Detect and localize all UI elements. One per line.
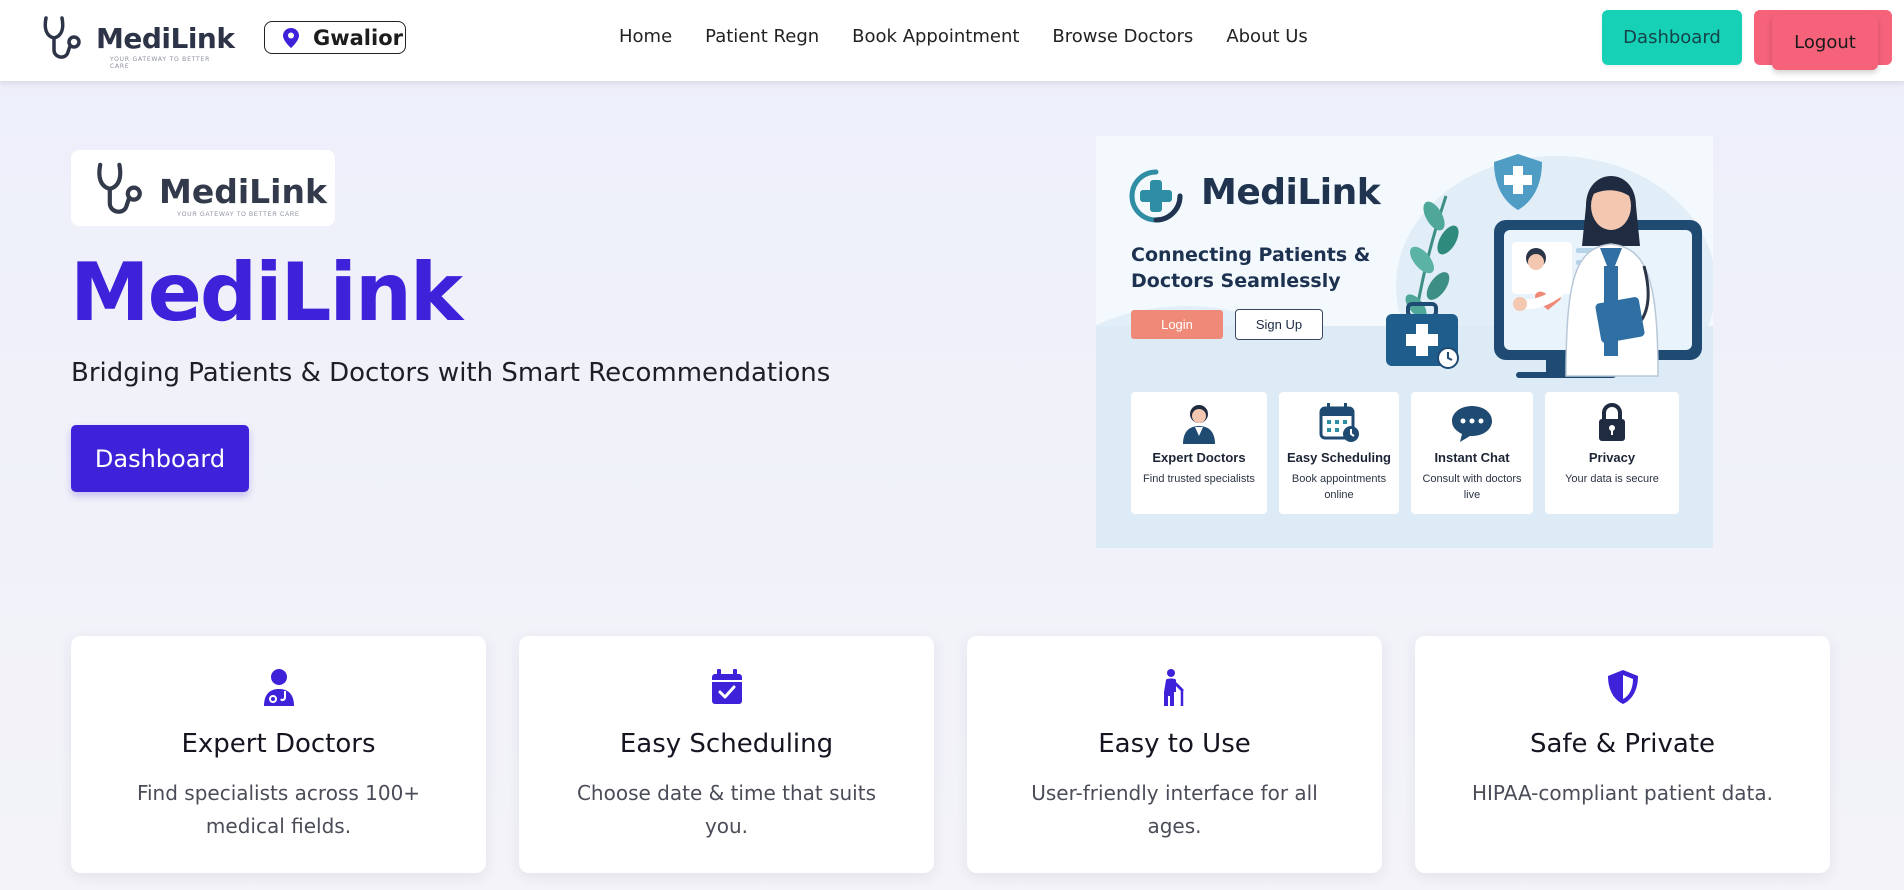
feature-card-desc: Find specialists across 100+ medical fie… xyxy=(136,781,421,838)
nav-link-book-appointment[interactable]: Book Appointment xyxy=(852,26,1019,47)
doctor-icon xyxy=(1183,405,1215,444)
medical-kit-icon xyxy=(1386,302,1459,369)
banner-card-easy-scheduling: Easy Scheduling Book appointments online xyxy=(1279,392,1399,514)
hero-title: MediLink xyxy=(70,246,463,339)
calendar-check-icon xyxy=(711,669,742,704)
location-selector[interactable]: Gwalior xyxy=(264,21,406,54)
banner-card-title: Easy Scheduling xyxy=(1286,450,1392,465)
hero-subtitle: Bridging Patients & Doctors with Smart R… xyxy=(71,358,831,388)
feature-card-easy-scheduling: Easy Scheduling Choose date & time that … xyxy=(519,636,934,873)
nav-logo[interactable]: MediLink YOUR GATEWAY TO BETTER CARE xyxy=(40,14,235,70)
banner-card-title: Expert Doctors xyxy=(1152,450,1246,465)
feature-card-safe-private: Safe & Private HIPAA-compliant patient d… xyxy=(1415,636,1830,873)
banner-card-title: Instant Chat xyxy=(1434,450,1510,465)
banner-logo-text: MediLink xyxy=(1201,172,1381,213)
shield-icon xyxy=(1607,670,1638,704)
stethoscope-icon xyxy=(97,162,142,214)
logout-button[interactable]: Logout xyxy=(1772,15,1878,70)
feature-card-expert-doctors: Expert Doctors Find specialists across 1… xyxy=(71,636,486,873)
banner-card-desc: Consult with doctors live xyxy=(1422,473,1522,501)
nav-link-patient-regn[interactable]: Patient Regn xyxy=(705,26,819,47)
hero-logo-text: MediLink xyxy=(159,172,327,211)
chat-icon xyxy=(1452,406,1492,442)
nav-links: Home Patient Regn Book Appointment Brows… xyxy=(619,26,1341,47)
feature-card-desc: User-friendly interface for all ages. xyxy=(1031,781,1318,838)
hero-banner-image: MediLink Connecting Patients & Doctors S… xyxy=(1096,136,1713,548)
hero-logo-tagline: YOUR GATEWAY TO BETTER CARE xyxy=(177,212,300,218)
banner-card-expert-doctors: Expert Doctors Find trusted specialists xyxy=(1131,392,1267,514)
nav-logo-text: MediLink xyxy=(96,22,235,55)
medical-cross-logo-icon xyxy=(1129,169,1183,223)
map-pin-icon xyxy=(283,27,299,48)
banner-card-title: Privacy xyxy=(1588,450,1636,465)
nav-logo-tagline: YOUR GATEWAY TO BETTER CARE xyxy=(110,56,211,70)
banner-login-button: Login xyxy=(1131,310,1223,339)
person-cane-icon xyxy=(1163,669,1183,706)
banner-card-desc: Find trusted specialists xyxy=(1143,473,1255,485)
banner-card-desc: Your data is secure xyxy=(1565,473,1659,485)
feature-card-title: Easy to Use xyxy=(1098,729,1251,759)
navbar: MediLink YOUR GATEWAY TO BETTER CARE Gwa… xyxy=(0,0,1904,81)
calendar-icon xyxy=(1319,403,1359,442)
feature-card-desc: HIPAA-compliant patient data. xyxy=(1471,781,1773,805)
feature-card-title: Expert Doctors xyxy=(181,729,376,759)
lock-icon xyxy=(1599,402,1625,441)
hero-dashboard-button[interactable]: Dashboard xyxy=(71,425,249,492)
location-label: Gwalior xyxy=(313,25,403,50)
stethoscope-icon xyxy=(43,16,81,59)
feature-card-title: Easy Scheduling xyxy=(619,729,834,759)
feature-card-easy-to-use: Easy to Use User-friendly interface for … xyxy=(967,636,1382,873)
user-doctor-icon xyxy=(263,669,294,706)
nav-link-browse-doctors[interactable]: Browse Doctors xyxy=(1052,26,1193,47)
banner-tagline: Connecting Patients & Doctors Seamlessly xyxy=(1131,244,1371,292)
banner-signup-button: Sign Up xyxy=(1235,309,1323,340)
banner-card-privacy: Privacy Your data is secure xyxy=(1545,392,1679,514)
banner-card-desc: Book appointments online xyxy=(1291,473,1387,501)
nav-dashboard-button[interactable]: Dashboard xyxy=(1602,10,1742,65)
feature-card-title: Safe & Private xyxy=(1529,729,1716,759)
hero-logo-card: MediLink YOUR GATEWAY TO BETTER CARE xyxy=(71,150,335,226)
nav-link-about-us[interactable]: About Us xyxy=(1226,26,1308,47)
banner-card-instant-chat: Instant Chat Consult with doctors live xyxy=(1411,392,1533,514)
nav-link-home[interactable]: Home xyxy=(619,26,672,47)
feature-card-desc: Choose date & time that suits you. xyxy=(576,781,877,838)
